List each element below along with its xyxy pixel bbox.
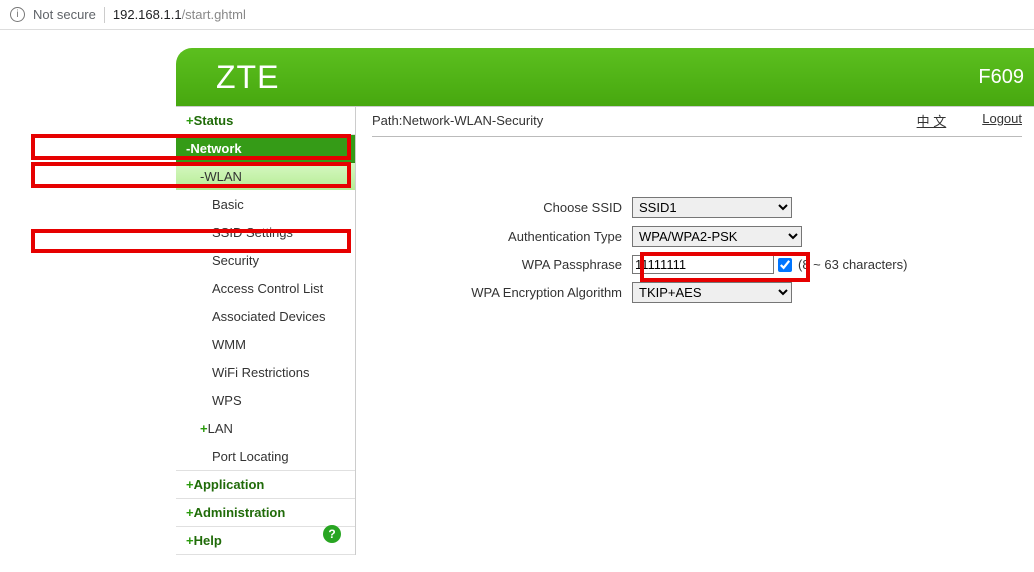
path-row: Path:Network-WLAN-Security 中 文 Logout bbox=[372, 111, 1022, 137]
page-container: ZTE F609 +Status -Network -WLAN Basic SS… bbox=[176, 48, 1034, 555]
url-path: /start.ghtml bbox=[182, 7, 246, 22]
sidebar-label: WPS bbox=[212, 393, 242, 408]
sidebar-item-ssid-settings[interactable]: SSID Settings bbox=[176, 219, 355, 247]
sidebar-item-security[interactable]: Security bbox=[176, 247, 355, 275]
bar-divider bbox=[104, 7, 105, 23]
sidebar-item-network[interactable]: -Network bbox=[176, 135, 355, 163]
sidebar-label: Access Control List bbox=[212, 281, 323, 296]
model-label: F609 bbox=[978, 66, 1024, 89]
auth-type-label: Authentication Type bbox=[372, 229, 632, 244]
main-content: Path:Network-WLAN-Security 中 文 Logout Ch… bbox=[356, 107, 1034, 555]
sidebar-item-administration[interactable]: +Administration bbox=[176, 499, 355, 527]
choose-ssid-label: Choose SSID bbox=[372, 200, 632, 215]
sidebar-item-status[interactable]: +Status bbox=[176, 107, 355, 135]
sidebar-item-basic[interactable]: Basic bbox=[176, 191, 355, 219]
url-host: 192.168.1.1 bbox=[113, 7, 182, 22]
wpa-passphrase-input[interactable] bbox=[632, 255, 774, 274]
sidebar-item-associated-devices[interactable]: Associated Devices bbox=[176, 303, 355, 331]
sidebar-label: WLAN bbox=[204, 169, 242, 184]
show-passphrase-checkbox[interactable] bbox=[778, 258, 792, 272]
not-secure-label: Not secure bbox=[33, 7, 96, 22]
not-secure-icon: i bbox=[10, 7, 25, 22]
brand-logo: ZTE bbox=[216, 59, 279, 96]
lang-link[interactable]: 中 文 bbox=[917, 111, 947, 130]
sidebar-item-wifi-restrictions[interactable]: WiFi Restrictions bbox=[176, 359, 355, 387]
sidebar-item-wlan[interactable]: -WLAN bbox=[176, 163, 355, 191]
sidebar-label: LAN bbox=[208, 421, 233, 436]
sidebar-item-application[interactable]: +Application bbox=[176, 471, 355, 499]
wpa-enc-select[interactable]: TKIP+AES bbox=[632, 282, 792, 303]
sidebar-item-acl[interactable]: Access Control List bbox=[176, 275, 355, 303]
security-form: Choose SSID SSID1 Authentication Type WP… bbox=[372, 197, 1022, 303]
browser-address-bar: i Not secure 192.168.1.1/start.ghtml bbox=[0, 0, 1034, 30]
sidebar-label: Network bbox=[190, 141, 241, 156]
choose-ssid-select[interactable]: SSID1 bbox=[632, 197, 792, 218]
url[interactable]: 192.168.1.1/start.ghtml bbox=[113, 7, 246, 22]
sidebar-item-wmm[interactable]: WMM bbox=[176, 331, 355, 359]
logout-link[interactable]: Logout bbox=[982, 111, 1022, 130]
sidebar-label: Security bbox=[212, 253, 259, 268]
passphrase-hint: (8 ~ 63 characters) bbox=[798, 257, 907, 272]
auth-type-select[interactable]: WPA/WPA2-PSK bbox=[632, 226, 802, 247]
sidebar-item-wps[interactable]: WPS bbox=[176, 387, 355, 415]
sidebar-label: SSID Settings bbox=[212, 225, 293, 240]
breadcrumb: Path:Network-WLAN-Security bbox=[372, 113, 543, 128]
sidebar-label: Associated Devices bbox=[212, 309, 325, 324]
sidebar-label: Basic bbox=[212, 197, 244, 212]
sidebar-label: Help bbox=[194, 533, 222, 548]
help-icon[interactable]: ? bbox=[323, 525, 341, 543]
sidebar-item-port-locating[interactable]: Port Locating bbox=[176, 443, 355, 471]
sidebar-label: Administration bbox=[194, 505, 286, 520]
sidebar-label: Application bbox=[194, 477, 265, 492]
sidebar-label: Status bbox=[194, 113, 234, 128]
sidebar-label: WiFi Restrictions bbox=[212, 365, 310, 380]
body: +Status -Network -WLAN Basic SSID Settin… bbox=[176, 106, 1034, 555]
sidebar: +Status -Network -WLAN Basic SSID Settin… bbox=[176, 107, 356, 555]
sidebar-label: WMM bbox=[212, 337, 246, 352]
sidebar-label: Port Locating bbox=[212, 449, 289, 464]
header: ZTE F609 bbox=[176, 48, 1034, 106]
sidebar-item-lan[interactable]: +LAN bbox=[176, 415, 355, 443]
wpa-enc-label: WPA Encryption Algorithm bbox=[372, 285, 632, 300]
wpa-passphrase-label: WPA Passphrase bbox=[372, 257, 632, 272]
